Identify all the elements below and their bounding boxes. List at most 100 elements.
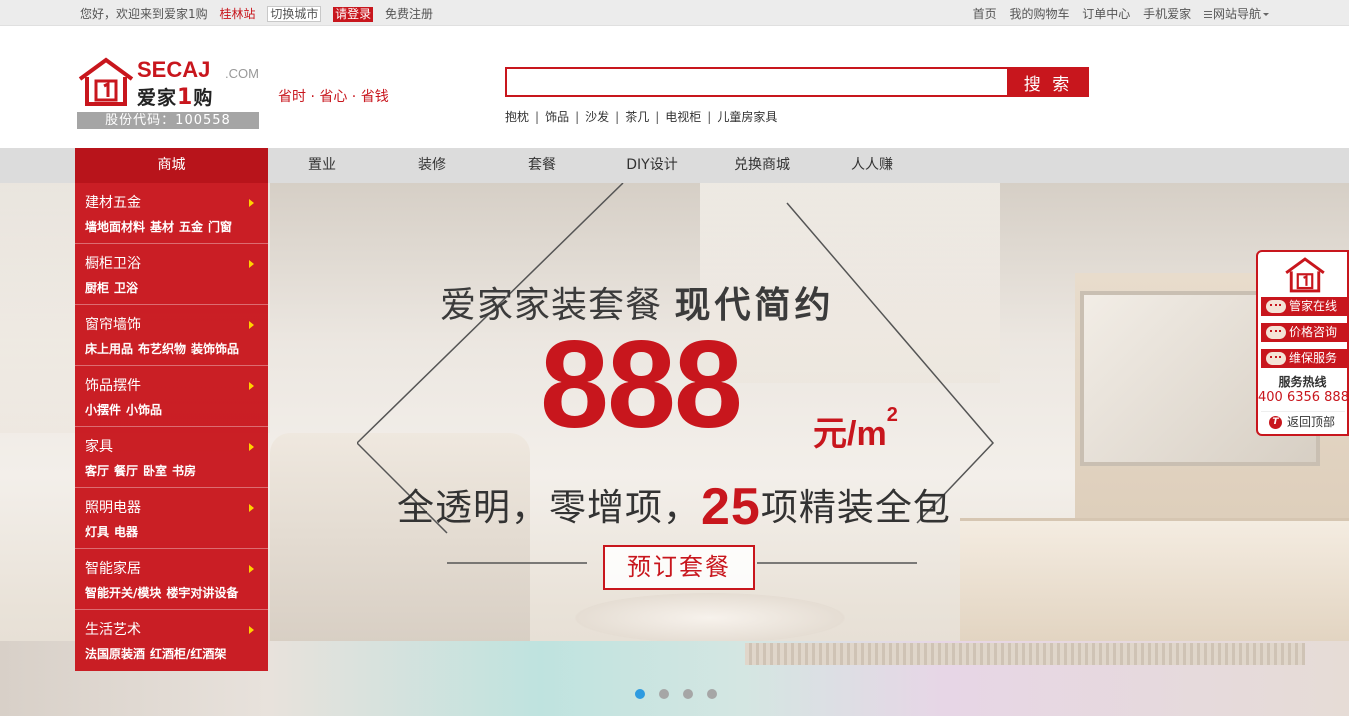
search-bar: 搜 索 [505,67,1089,97]
category-group-kitchen[interactable]: 橱柜卫浴 厨柜 卫浴 [75,244,268,305]
chevron-right-icon [249,260,254,268]
category-title[interactable]: 智能家居 [85,558,141,578]
carousel-dots [635,688,731,702]
category-sub-link[interactable]: 墙地面材料 [85,220,145,234]
category-title[interactable]: 窗帘墙饰 [85,314,141,334]
category-group-lifestyle[interactable]: 生活艺术 法国原装酒 红酒柜/红酒架 [75,610,268,671]
category-sub-link[interactable]: 小摆件 [85,403,121,417]
carousel-dot[interactable] [707,689,717,699]
category-sub-link[interactable]: 电器 [114,525,138,539]
category-subs: 小摆件 小饰品 [85,401,167,418]
banner-bg-table [575,593,845,643]
category-title[interactable]: 饰品摆件 [85,375,141,395]
brand-cn-part: 购 [193,87,214,109]
service-btn-label: 价格咨询 [1289,325,1338,339]
banner-subline: 全透明，零增项，25项精装全包 [397,473,951,536]
category-title[interactable]: 家具 [85,436,113,456]
nav-category-tab[interactable]: 商城 [75,148,268,183]
category-sub-link[interactable]: 厨柜 [85,281,109,295]
divider: | [575,110,580,124]
category-group-furniture[interactable]: 家具 客厅 餐厅 卧室 书房 [75,427,268,488]
banner-price: 888 [540,316,743,454]
city-link[interactable]: 桂林站 [219,5,255,22]
site-logo[interactable]: SECAJ .COM 爱家1购 股份代码：100558 [77,57,262,129]
category-title[interactable]: 生活艺术 [85,619,141,639]
hot-keyword[interactable]: 电视柜 [665,110,701,124]
category-subs: 灯具 电器 [85,523,143,540]
back-to-top-button[interactable]: T 返回顶部 [1261,411,1345,431]
category-sub-link[interactable]: 客厅 [85,464,109,478]
hotline-title: 服务热线 [1278,375,1327,389]
nav-item-earn[interactable]: 人人赚 [817,148,927,183]
category-sub-link[interactable]: 门窗 [208,220,232,234]
hot-keyword[interactable]: 抱枕 [505,110,529,124]
butler-online-button[interactable]: 管家在线 [1261,297,1347,316]
category-group-curtain[interactable]: 窗帘墙饰 床上用品 布艺织物 装饰饰品 [75,305,268,366]
category-sub-link[interactable]: 红酒柜/红酒架 [150,647,226,661]
category-sub-link[interactable]: 小饰品 [126,403,162,417]
category-sub-link[interactable]: 餐厅 [114,464,138,478]
book-package-button[interactable]: 预订套餐 [603,545,755,590]
brand-domain: .COM [225,66,259,81]
category-subs: 厨柜 卫浴 [85,279,143,296]
category-group-ornament[interactable]: 饰品摆件 小摆件 小饰品 [75,366,268,427]
brand-cn-one: 1 [177,85,194,110]
mobile-link[interactable]: 手机爱家 [1143,5,1191,22]
top-arrow-icon: T [1269,416,1282,429]
category-sub-link[interactable]: 书房 [172,464,196,478]
carousel-dot[interactable] [683,689,693,699]
category-sub-link[interactable]: 床上用品 [85,342,133,356]
home-link[interactable]: 首页 [973,5,997,22]
category-title[interactable]: 建材五金 [85,192,141,212]
maintenance-button[interactable]: 维保服务 [1261,349,1347,368]
category-sub-link[interactable]: 楼宇对讲设备 [166,586,238,600]
chevron-down-icon [1263,13,1269,16]
carousel-dot[interactable] [659,689,669,699]
nav-item-renovation[interactable]: 装修 [377,148,487,183]
hot-keyword[interactable]: 沙发 [585,110,609,124]
category-sub-link[interactable]: 布艺织物 [138,342,186,356]
category-sub-link[interactable]: 五金 [179,220,203,234]
nav-item-diy[interactable]: DIY设计 [597,148,707,183]
hot-keyword[interactable]: 茶几 [625,110,649,124]
site-nav-menu[interactable]: 网站导航 [1203,5,1269,22]
slogan: 省时 · 省心 · 省钱 [278,89,389,105]
category-title[interactable]: 照明电器 [85,497,141,517]
house-logo-icon [1285,257,1325,293]
service-panel: 管家在线 价格咨询 维保服务 服务热线 400 6356 888 T 返回顶部 [1256,250,1349,436]
chat-icon [1266,326,1286,339]
hot-keyword[interactable]: 饰品 [545,110,569,124]
price-inquiry-button[interactable]: 价格咨询 [1261,323,1347,342]
divider: | [535,110,540,124]
register-link[interactable]: 免费注册 [385,5,433,22]
price-unit: 元/m2 [813,404,898,455]
nav-item-package[interactable]: 套餐 [487,148,597,183]
divider: | [707,110,712,124]
category-group-lighting[interactable]: 照明电器 灯具 电器 [75,488,268,549]
chevron-right-icon [249,321,254,329]
carousel-dot[interactable] [635,689,645,699]
nav-item-property[interactable]: 置业 [267,148,377,183]
topbar-right: 首页 我的购物车 订单中心 手机爱家 网站导航 [964,5,1269,22]
category-sub-link[interactable]: 基材 [150,220,174,234]
category-subs: 客厅 餐厅 卧室 书房 [85,462,201,479]
chevron-right-icon [249,199,254,207]
category-subs: 床上用品 布艺织物 装饰饰品 [85,340,244,357]
category-group-building[interactable]: 建材五金 墙地面材料 基材 五金 门窗 [75,183,268,244]
login-link[interactable]: 请登录 [333,7,374,22]
switch-city-button[interactable]: 切换城市 [267,6,322,22]
category-group-smarthome[interactable]: 智能家居 智能开关/模块 楼宇对讲设备 [75,549,268,610]
orders-link[interactable]: 订单中心 [1082,5,1130,22]
category-sub-link[interactable]: 智能开关/模块 [85,586,161,600]
search-button[interactable]: 搜 索 [1007,67,1089,97]
category-sub-link[interactable]: 法国原装酒 [85,647,145,661]
category-sub-link[interactable]: 卫浴 [114,281,138,295]
category-title[interactable]: 橱柜卫浴 [85,253,141,273]
category-sub-link[interactable]: 装饰饰品 [191,342,239,356]
category-sub-link[interactable]: 卧室 [143,464,167,478]
search-input[interactable] [505,67,1009,97]
cart-link[interactable]: 我的购物车 [1009,5,1069,22]
nav-item-exchange[interactable]: 兑换商城 [707,148,817,183]
hot-keyword[interactable]: 儿童房家具 [717,110,777,124]
category-sub-link[interactable]: 灯具 [85,525,109,539]
